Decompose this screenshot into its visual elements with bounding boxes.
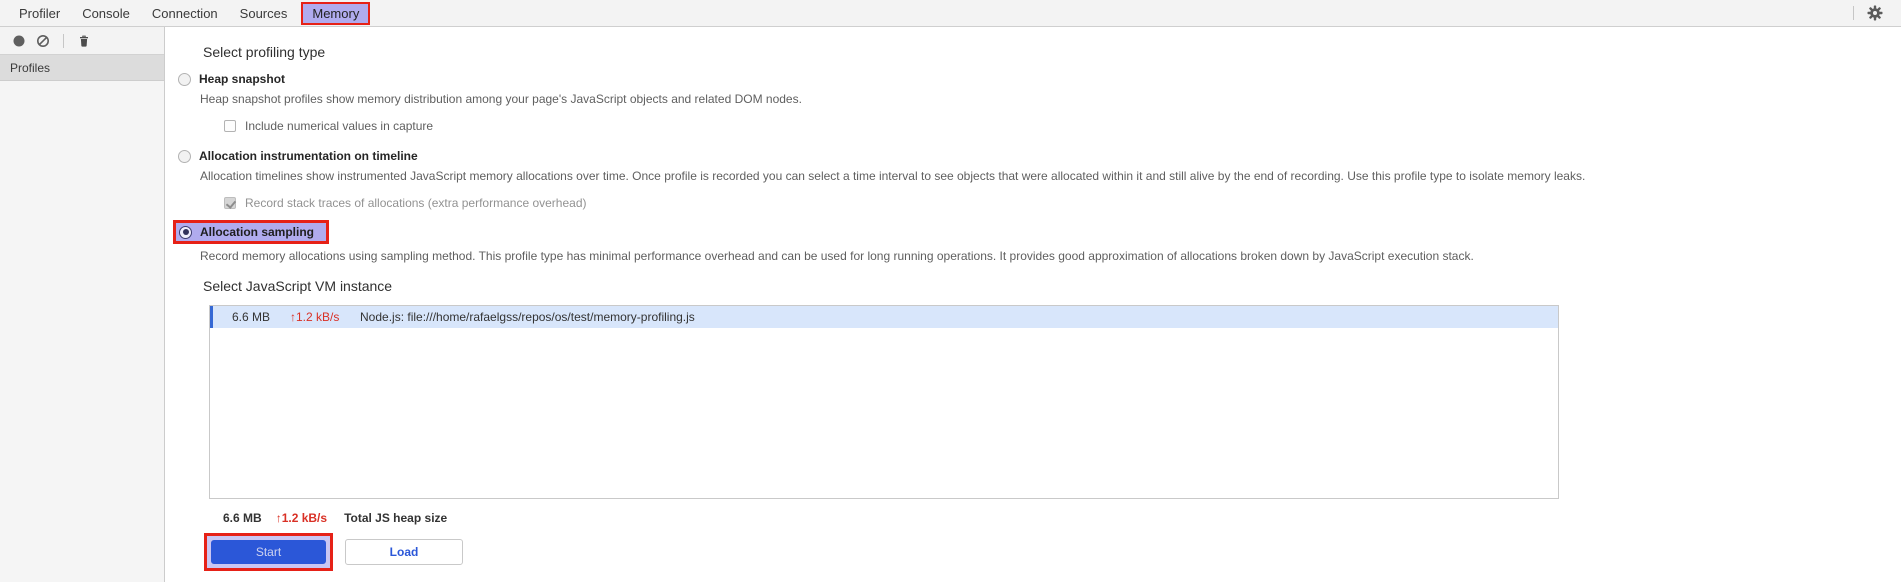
start-button-annotation: Start xyxy=(204,533,333,571)
allocation-sampling-label: Allocation sampling xyxy=(200,225,315,239)
clear-icon[interactable] xyxy=(33,31,53,51)
vm-instance-list: 6.6 MB ↑1.2 kB/s Node.js: file:///home/r… xyxy=(209,305,1559,499)
profiles-sidebar: Profiles xyxy=(0,27,165,582)
toolbar-divider xyxy=(63,33,64,48)
vm-instance-heading: Select JavaScript VM instance xyxy=(203,278,393,294)
total-heap-row: 6.6 MB ↑1.2 kB/s Total JS heap size xyxy=(223,511,1881,525)
allocation-sampling-description: Record memory allocations using sampling… xyxy=(200,249,1474,263)
total-heap-size: 6.6 MB xyxy=(223,511,262,525)
load-button[interactable]: Load xyxy=(345,539,463,565)
tab-sources[interactable]: Sources xyxy=(229,0,299,26)
radio-icon-allocation-sampling[interactable] xyxy=(179,225,192,239)
radio-icon-allocation-timeline[interactable] xyxy=(178,149,191,163)
vm-allocation-rate: ↑1.2 kB/s xyxy=(290,310,340,324)
allocation-timeline-label: Allocation instrumentation on timeline xyxy=(199,149,418,163)
allocation-timeline-description: Allocation timelines show instrumented J… xyxy=(200,169,1586,183)
tab-memory-selected-annotation[interactable]: Memory xyxy=(301,1,371,25)
heap-snapshot-description: Heap snapshot profiles show memory distr… xyxy=(200,92,802,106)
radio-allocation-timeline[interactable]: Allocation instrumentation on timeline xyxy=(178,149,1881,163)
record-stack-traces-row: Record stack traces of allocations (extr… xyxy=(224,196,1881,210)
trash-icon[interactable] xyxy=(74,31,94,51)
tab-profiler[interactable]: Profiler xyxy=(8,0,71,26)
profiling-type-heading: Select profiling type xyxy=(203,44,326,60)
tab-connection[interactable]: Connection xyxy=(141,0,229,26)
profiles-header: Profiles xyxy=(0,54,164,81)
profiles-toolbar xyxy=(0,27,164,54)
record-icon[interactable] xyxy=(9,31,29,51)
tab-console[interactable]: Console xyxy=(71,0,141,26)
heap-snapshot-label: Heap snapshot xyxy=(199,72,286,86)
checkbox-icon-record-stack-traces xyxy=(224,197,236,209)
vm-heap-size: 6.6 MB xyxy=(232,310,271,324)
include-numerical-values-label: Include numerical values in capture xyxy=(245,119,434,133)
total-allocation-rate: ↑1.2 kB/s xyxy=(275,511,328,525)
checkbox-icon-include-numerical[interactable] xyxy=(224,120,236,132)
memory-panel: Select profiling type Heap snapshot Heap… xyxy=(166,27,1901,582)
action-buttons-row: Start Load xyxy=(204,533,1881,571)
tabbar-divider xyxy=(1853,6,1854,20)
radio-heap-snapshot[interactable]: Heap snapshot xyxy=(178,72,1881,86)
vm-instance-name: Node.js: file:///home/rafaelgss/repos/os… xyxy=(360,310,695,324)
top-tab-bar: Profiler Console Connection Sources Memo… xyxy=(0,0,1901,27)
gear-icon[interactable] xyxy=(1865,3,1885,23)
radio-allocation-sampling-annotation[interactable]: Allocation sampling xyxy=(173,220,330,244)
start-button[interactable]: Start xyxy=(211,540,326,564)
vm-instance-row-selected[interactable]: 6.6 MB ↑1.2 kB/s Node.js: file:///home/r… xyxy=(210,306,1558,328)
include-numerical-values-row[interactable]: Include numerical values in capture xyxy=(224,119,1881,133)
total-heap-label: Total JS heap size xyxy=(344,511,448,525)
radio-icon-heap-snapshot[interactable] xyxy=(178,72,191,86)
record-stack-traces-label: Record stack traces of allocations (extr… xyxy=(245,196,587,210)
